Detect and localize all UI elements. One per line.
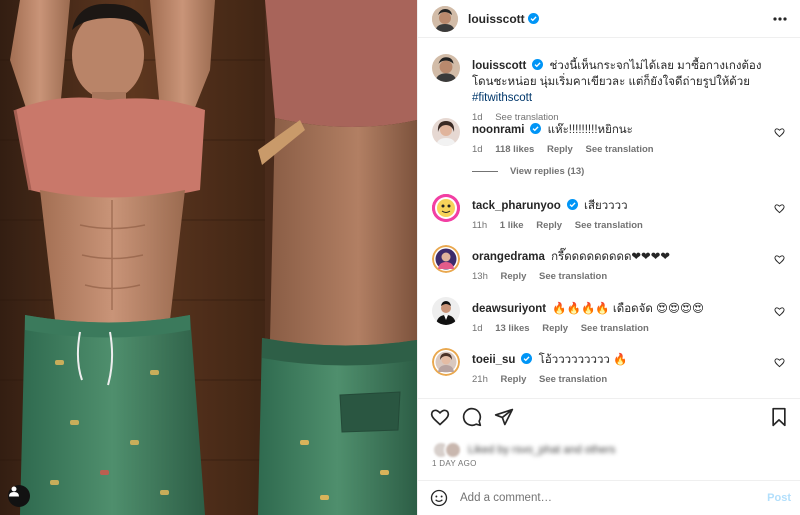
comment-text: tack_pharunyoo เสียวววว (472, 198, 762, 214)
comment-meta: 1d 118 likes Reply See translation (472, 144, 762, 155)
comment-meta: 13h Reply See translation (472, 271, 762, 282)
timestamp: 21h (472, 374, 488, 385)
reply-button[interactable]: Reply (501, 271, 527, 282)
verified-badge-icon (532, 59, 544, 70)
comment-text: toeii_su โอ้ววววววววว 🔥 (472, 352, 762, 368)
comment-item: orangedrama กรี๊ดดดดดดดดด❤❤❤❤ 13h Reply … (432, 245, 787, 285)
see-translation-button[interactable]: See translation (539, 374, 607, 385)
verified-badge-icon (527, 13, 539, 24)
comments-list[interactable]: louisscott ช่วงนี้เห็นกระจกไม่ได้เลย มาซ… (418, 38, 800, 398)
comment-meta: 21h Reply See translation (472, 374, 762, 385)
like-comment-heart-icon[interactable] (774, 306, 785, 317)
comment-meta: 11h 1 like Reply See translation (472, 220, 762, 231)
likes-count[interactable]: 13 likes (495, 323, 529, 334)
comment-item: toeii_su โอ้ววววววววว 🔥 21h Reply See tr… (432, 348, 787, 388)
avatar (444, 441, 462, 459)
comment-username[interactable]: toeii_su (472, 354, 515, 366)
post-sidebar: louisscott louisscott ช่วงนี้เห็นกระจกไม… (417, 0, 800, 515)
avatar[interactable] (432, 194, 460, 222)
caption: louisscott ช่วงนี้เห็นกระจกไม่ได้เลย มาซ… (432, 54, 787, 123)
avatar[interactable] (432, 348, 460, 376)
action-bar (418, 398, 800, 432)
comment-message: เสียวววว (584, 200, 628, 212)
comment-body: toeii_su โอ้ววววววววว 🔥 21h Reply See tr… (472, 352, 762, 385)
photo-illustration (0, 0, 417, 515)
caption-body: louisscott ช่วงนี้เห็นกระจกไม่ได้เลย มาซ… (472, 58, 777, 123)
comment-body: tack_pharunyoo เสียวววว 11h 1 like Reply… (472, 198, 762, 231)
avatar[interactable] (432, 54, 460, 82)
caption-text: louisscott ช่วงนี้เห็นกระจกไม่ได้เลย มาซ… (472, 58, 777, 106)
see-translation-button[interactable]: See translation (539, 271, 607, 282)
heart-icon[interactable] (430, 407, 450, 427)
comment-bubble-icon[interactable] (462, 407, 482, 427)
person-tag-button[interactable] (8, 485, 30, 507)
see-translation-button[interactable]: See translation (585, 144, 653, 155)
see-translation-button[interactable]: See translation (581, 323, 649, 334)
timestamp: 13h (472, 271, 488, 282)
emoji-smile-icon[interactable] (430, 489, 448, 507)
comment-message: โอ้ววววววววว 🔥 (538, 354, 628, 366)
post-date: 1 DAY AGO (432, 459, 477, 468)
comment-username[interactable]: orangedrama (472, 251, 545, 263)
post-photo[interactable] (0, 0, 417, 515)
comment-body: noonrami แห๊ะ!!!!!!!!!หยิกนะ 1d 118 like… (472, 122, 762, 155)
avatar[interactable] (432, 297, 460, 325)
like-comment-heart-icon[interactable] (774, 254, 785, 265)
view-replies-button[interactable]: View replies (13) (472, 166, 584, 177)
avatar[interactable] (432, 245, 460, 273)
reply-button[interactable]: Reply (542, 323, 568, 334)
comment-body: deawsuriyont 🔥🔥🔥🔥 เดือดจัด 😍😍😍😍 1d 13 li… (472, 301, 762, 334)
paper-plane-icon[interactable] (494, 407, 514, 427)
bookmark-icon[interactable] (769, 407, 789, 427)
comment-username[interactable]: noonrami (472, 124, 524, 136)
caption-username[interactable]: louisscott (472, 60, 526, 72)
divider (472, 171, 498, 172)
timestamp: 1d (472, 323, 483, 334)
like-comment-heart-icon[interactable] (774, 357, 785, 368)
avatar[interactable] (432, 118, 460, 146)
avatar[interactable] (432, 5, 458, 32)
verified-badge-icon (530, 123, 542, 134)
likes-count[interactable]: 1 like (500, 220, 524, 231)
comment-item: noonrami แห๊ะ!!!!!!!!!หยิกนะ 1d 118 like… (432, 118, 787, 158)
reply-button[interactable]: Reply (536, 220, 562, 231)
comment-meta: 1d 13 likes Reply See translation (472, 323, 762, 334)
timestamp: 1d (472, 144, 483, 155)
comment-text: noonrami แห๊ะ!!!!!!!!!หยิกนะ (472, 122, 762, 138)
post-button[interactable]: Post (767, 492, 791, 504)
comment-message: แห๊ะ!!!!!!!!!หยิกนะ (547, 124, 633, 136)
comment-username[interactable]: tack_pharunyoo (472, 200, 561, 212)
liked-by-text: Liked by rsvo_phat and others (468, 444, 616, 456)
comment-item: tack_pharunyoo เสียวววว 11h 1 like Reply… (432, 194, 787, 234)
person-tag-icon (9, 486, 19, 497)
add-comment-bar: Post (418, 480, 800, 515)
like-comment-heart-icon[interactable] (774, 127, 785, 138)
like-comment-heart-icon[interactable] (774, 203, 785, 214)
comment-input[interactable] (460, 492, 750, 504)
post-header: louisscott (418, 0, 800, 38)
comment-message: 🔥🔥🔥🔥 เดือดจัด 😍😍😍😍 (552, 303, 704, 315)
likes-count[interactable]: 118 likes (495, 144, 534, 155)
reply-button[interactable]: Reply (547, 144, 573, 155)
more-options-button[interactable] (771, 10, 789, 28)
see-translation-button[interactable]: See translation (575, 220, 643, 231)
liked-by[interactable]: Liked by rsvo_phat and others (432, 441, 615, 459)
header-username[interactable]: louisscott (468, 12, 525, 26)
comment-body: orangedrama กรี๊ดดดดดดดดด❤❤❤❤ 13h Reply … (472, 249, 762, 282)
verified-badge-icon (521, 353, 533, 364)
comment-text: deawsuriyont 🔥🔥🔥🔥 เดือดจัด 😍😍😍😍 (472, 301, 762, 317)
comment-item: deawsuriyont 🔥🔥🔥🔥 เดือดจัด 😍😍😍😍 1d 13 li… (432, 297, 787, 337)
reply-button[interactable]: Reply (501, 374, 527, 385)
comment-username[interactable]: deawsuriyont (472, 303, 546, 315)
comment-message: กรี๊ดดดดดดดดด❤❤❤❤ (551, 251, 670, 263)
more-dots-icon (773, 17, 787, 21)
comment-text: orangedrama กรี๊ดดดดดดดดด❤❤❤❤ (472, 249, 762, 265)
hashtag-link[interactable]: #fitwithscott (472, 92, 532, 104)
view-replies-label: View replies (13) (510, 166, 585, 177)
timestamp: 11h (472, 220, 488, 231)
instagram-post: louisscott louisscott ช่วงนี้เห็นกระจกไม… (0, 0, 800, 515)
verified-badge-icon (566, 199, 578, 210)
